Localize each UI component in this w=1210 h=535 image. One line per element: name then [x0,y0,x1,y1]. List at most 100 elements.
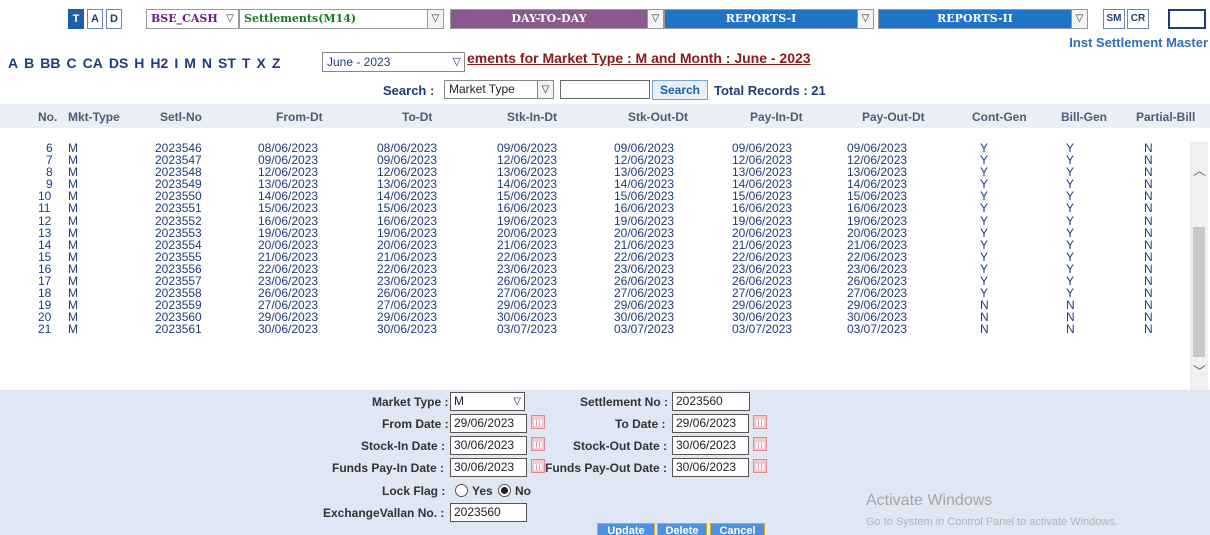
day-to-day-select[interactable]: DAY-TO-DAY ▽ [450,9,664,29]
funds-pay-in-input[interactable]: 30/06/2023 [450,458,527,477]
column-header: Bill-Gen [1061,110,1108,124]
table-scrollbar[interactable]: ︿ ﹀ [1190,142,1208,390]
market-type-label: Market Type : [372,395,449,409]
alphabet-filter-link[interactable]: M [184,55,196,71]
table-cell: N [1144,322,1153,337]
calendar-icon[interactable] [531,459,545,473]
table-cell: 19/06/2023 [497,213,558,228]
t-button[interactable]: T [68,9,84,29]
table-cell: N [1144,201,1153,216]
segment-select[interactable]: BSE_CASH ▽ [146,9,239,29]
activate-windows-watermark: Activate Windows [866,492,993,509]
column-header: From-Dt [276,110,323,124]
table-cell: M [68,213,78,228]
lock-yes-label: Yes [472,484,493,498]
update-button[interactable]: Update [597,523,655,535]
search-type-select[interactable]: Market Type ▽ [444,80,554,99]
settlement-no-input[interactable]: 2023560 [672,392,750,411]
from-date-label: From Date : [382,417,449,431]
alphabet-filter-link[interactable]: I [174,55,178,71]
cr-button[interactable]: CR [1127,9,1149,29]
table-cell: Y [1066,201,1075,216]
inst-settlement-master-link[interactable]: Inst Settlement Master [1069,35,1208,50]
table-cell: Y [980,237,989,252]
calendar-icon[interactable] [531,415,545,429]
to-date-input[interactable]: 29/06/2023 [672,414,749,433]
alphabet-filter-link[interactable]: BB [40,55,60,71]
search-input[interactable] [560,80,650,99]
alphabet-filter-link[interactable]: H [134,55,144,71]
calendar-icon[interactable] [753,459,767,473]
stock-out-input[interactable]: 30/06/2023 [672,436,749,455]
table-row[interactable]: 21 M 2023561 30/06/2023 30/06/2023 03/07/2023… [0,323,1190,335]
column-header: Cont-Gen [972,110,1027,124]
lock-yes-radio[interactable] [455,484,468,497]
table-cell: 21/06/2023 [497,237,558,252]
table-cell: N [1144,237,1153,252]
delete-button[interactable]: Delete [657,523,707,535]
table-row[interactable]: 13 M 2023553 19/06/2023 19/06/2023 20/06/2023… [0,227,1190,239]
table-cell: 20/06/2023 [258,237,319,252]
chevron-down-icon[interactable]: ﹀ [1193,361,1206,380]
table-cell: 30/06/2023 [258,322,319,337]
column-header: Setl-No [160,110,202,124]
alphabet-filter-link[interactable]: Z [272,55,281,71]
calendar-icon[interactable] [753,437,767,451]
column-header: Mkt-Type [68,110,120,124]
alphabet-filter-link[interactable]: B [24,55,34,71]
alphabet-filter-link[interactable]: N [202,55,212,71]
search-type-value: Market Type [449,82,515,96]
table-cell: 20/06/2023 [847,225,908,240]
market-type-select[interactable]: M ▽ [450,392,525,411]
table-cell: 21/06/2023 [847,237,908,252]
search-button[interactable]: Search [652,80,708,100]
alphabet-filter-link[interactable]: CA [83,55,103,71]
column-header: Stk-In-Dt [507,110,557,124]
alphabet-filter-link[interactable]: A [8,55,18,71]
from-date-input[interactable]: 29/06/2023 [450,414,527,433]
reports-1-select[interactable]: REPORTS-I ▽ [664,9,874,29]
chevron-down-icon: ▽ [1071,10,1087,28]
table-cell: 20/06/2023 [732,225,793,240]
alphabet-filter-link[interactable]: X [256,55,265,71]
funds-pay-in-label: Funds Pay-In Date : [332,461,445,475]
lock-no-radio[interactable] [498,484,511,497]
table-cell: 21 [38,322,52,337]
alphabet-filter-link[interactable]: T [242,55,251,71]
alphabet-filter-link[interactable]: ST [218,55,236,71]
table-cell: 20/06/2023 [377,237,438,252]
table-row[interactable]: 12 M 2023552 16/06/2023 16/06/2023 19/06/2023… [0,215,1190,227]
table-cell: Y [980,213,989,228]
chevron-up-icon[interactable]: ︿ [1193,160,1206,179]
calendar-icon[interactable] [753,415,767,429]
market-type-value: M [454,394,464,408]
stock-in-input[interactable]: 30/06/2023 [450,436,527,455]
scrollbar-thumb[interactable] [1193,227,1205,357]
table-cell: 2023551 [155,201,202,216]
a-button[interactable]: A [87,9,103,29]
calendar-icon[interactable] [531,437,545,451]
blank-box[interactable] [1168,9,1206,29]
alphabet-filter-link[interactable]: C [66,55,76,71]
chevron-down-icon: ▽ [647,10,663,28]
table-row[interactable]: 11 M 2023551 15/06/2023 15/06/2023 16/06/2023… [0,202,1190,214]
d-button[interactable]: D [106,9,122,29]
vallan-no-input[interactable]: 2023560 [450,503,527,522]
funds-pay-out-input[interactable]: 30/06/2023 [672,458,749,477]
day-to-day-label: DAY-TO-DAY [511,12,587,25]
settlement-menu-value: Settlements(M14) [244,12,357,25]
sm-button[interactable]: SM [1103,9,1125,29]
settlement-menu-select[interactable]: Settlements(M14) ▽ [239,9,444,29]
cancel-button[interactable]: Cancel [710,523,765,535]
table-cell: 16/06/2023 [497,201,558,216]
month-select[interactable]: June - 2023 ▽ [322,52,465,72]
table-cell: 30/06/2023 [377,322,438,337]
alphabet-filter-link[interactable]: H2 [150,55,168,71]
table-cell: 21/06/2023 [614,237,675,252]
table-cell: 13 [38,225,52,240]
column-header: Pay-Out-Dt [862,110,925,124]
page-title: ements for Market Type : M and Month : J… [467,50,811,66]
table-cell: M [68,322,78,337]
alphabet-filter-link[interactable]: DS [109,55,128,71]
reports-2-select[interactable]: REPORTS-II ▽ [878,9,1088,29]
